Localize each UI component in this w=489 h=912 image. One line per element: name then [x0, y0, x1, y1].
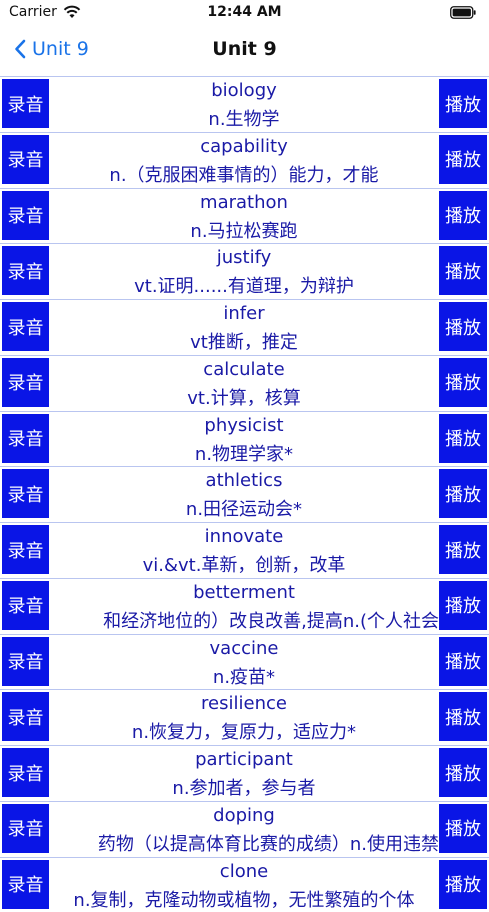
vocab-meaning: n.（克服困难事情的）能力，才能 [109, 164, 379, 186]
play-button[interactable]: 播放 [439, 190, 487, 240]
play-button[interactable]: 播放 [439, 636, 487, 686]
record-button[interactable]: 录音 [2, 859, 49, 909]
record-button[interactable]: 录音 [2, 302, 49, 351]
vocab-word: vaccine [209, 637, 279, 659]
vocab-meaning: n.物理学家* [194, 443, 294, 465]
vocab-row: 录音 capability n.（克服困难事情的）能力，才能 播放 [0, 131, 489, 186]
vocab-word: innovate [204, 526, 284, 547]
vocab-word: capability [200, 135, 288, 157]
vocab-row: 录音 justify vt.证明......有道理，为辩护 播放 [0, 243, 489, 298]
record-button[interactable]: 录音 [2, 190, 49, 240]
word-entry: participant n.参加者，参与者 [49, 746, 439, 799]
vocab-word: physicist [204, 414, 284, 436]
vocab-row: 录音 marathon n.马拉松赛跑 播放 [0, 187, 489, 242]
vocab-meaning: n.恢复力，复原力，适应力* [131, 722, 357, 744]
vocab-meaning: n.参加者，参与者 [172, 778, 316, 799]
navigation-bar: Unit 9 Unit 9 [0, 26, 489, 76]
word-entry: infer vt推断，推定 [49, 300, 439, 353]
record-button[interactable]: 录音 [2, 413, 49, 463]
record-button[interactable]: 录音 [2, 357, 49, 407]
word-entry: resilience n.恢复力，复原力，适应力* [49, 690, 439, 743]
record-button[interactable]: 录音 [2, 748, 49, 797]
word-entry: physicist n.物理学家* [49, 412, 439, 465]
vocab-row: 录音 clone n.复制，克隆动物或植物，无性繁殖的个体 播放 [0, 856, 489, 911]
vocab-meaning: n.疫苗* [212, 666, 276, 688]
word-entry: innovate vi.&vt.革新，创新，改革 [49, 523, 439, 576]
vocab-word: athletics [205, 470, 283, 492]
vocab-row: 录音 resilience n.恢复力，复原力，适应力* 播放 [0, 689, 489, 744]
vocab-word: participant [195, 749, 293, 770]
play-button[interactable]: 播放 [439, 246, 487, 296]
play-button[interactable]: 播放 [439, 692, 487, 742]
vocab-row: 录音 participant n.参加者，参与者 播放 [0, 745, 489, 799]
word-entry: clone n.复制，克隆动物或植物，无性繁殖的个体 [49, 858, 439, 911]
vocab-meaning: n.田径运动会* [185, 499, 303, 521]
record-button[interactable]: 录音 [2, 636, 49, 686]
play-button[interactable]: 播放 [439, 525, 487, 574]
record-button[interactable]: 录音 [2, 692, 49, 742]
vocab-word: infer [223, 303, 265, 324]
vocab-row: 录音 doping 药物（以提高体育比赛的成绩）n.使用违禁 播放 [0, 800, 489, 855]
play-button[interactable]: 播放 [439, 469, 487, 519]
vocab-row: 录音 betterment 和经济地位的）改良改善,提高n.(个人社会 播放 [0, 577, 489, 632]
vocab-meaning: vt.证明......有道理，为辩护 [134, 276, 354, 298]
word-entry: doping 药物（以提高体育比赛的成绩）n.使用违禁 [49, 802, 439, 855]
play-button[interactable]: 播放 [439, 134, 487, 184]
vocab-meaning: n.复制，克隆动物或植物，无性繁殖的个体 [73, 889, 415, 911]
vocab-row: 录音 infer vt推断，推定 播放 [0, 299, 489, 353]
play-button[interactable]: 播放 [439, 357, 487, 407]
vocab-row: 录音 innovate vi.&vt.革新，创新，改革 播放 [0, 522, 489, 576]
word-entry: betterment 和经济地位的）改良改善,提高n.(个人社会 [49, 579, 439, 632]
vocab-word: marathon [200, 191, 288, 213]
vocab-meaning: n.马拉松赛跑 [190, 220, 298, 242]
vocab-meaning: vt推断，推定 [190, 332, 298, 353]
record-button[interactable]: 录音 [2, 79, 49, 128]
play-button[interactable]: 播放 [439, 803, 487, 853]
status-bar: Carrier 12:44 AM [0, 0, 489, 26]
vocab-word: doping [213, 804, 275, 826]
word-entry: biology n.生物学 [49, 77, 439, 130]
record-button[interactable]: 录音 [2, 580, 49, 630]
play-button[interactable]: 播放 [439, 859, 487, 909]
record-button[interactable]: 录音 [2, 803, 49, 853]
vocab-word: biology [211, 80, 277, 101]
play-button[interactable]: 播放 [439, 413, 487, 463]
vocab-meaning: 和经济地位的）改良改善,提高n.(个人社会 [103, 610, 439, 632]
record-button[interactable]: 录音 [2, 134, 49, 184]
word-entry: justify vt.证明......有道理，为辩护 [49, 244, 439, 297]
play-button[interactable]: 播放 [439, 79, 487, 128]
vocab-row: 录音 biology n.生物学 播放 [0, 76, 489, 130]
vocab-meaning: 药物（以提高体育比赛的成绩）n.使用违禁 [97, 833, 439, 855]
vocab-meaning: vt.计算，核算 [187, 387, 301, 409]
word-entry: capability n.（克服困难事情的）能力，才能 [49, 133, 439, 186]
battery-icon [450, 6, 476, 19]
record-button[interactable]: 录音 [2, 469, 49, 519]
word-entry: marathon n.马拉松赛跑 [49, 189, 439, 242]
record-button[interactable]: 录音 [2, 246, 49, 296]
vocab-word: justify [216, 247, 272, 269]
vocab-word: resilience [201, 693, 287, 715]
vocab-row: 录音 calculate vt.计算，核算 播放 [0, 354, 489, 409]
vocab-word: clone [219, 860, 269, 882]
word-entry: athletics n.田径运动会* [49, 467, 439, 520]
vocab-row: 录音 vaccine n.疫苗* 播放 [0, 633, 489, 688]
vocab-meaning: n.生物学 [208, 109, 280, 130]
vocab-list[interactable]: 录音 biology n.生物学 播放 录音 capability n.（克服困难事情的）能… [0, 76, 489, 912]
vocab-meaning: vi.&vt.革新，创新，改革 [142, 555, 346, 576]
page-title: Unit 9 [212, 38, 277, 60]
status-time: 12:44 AM [207, 4, 282, 20]
play-button[interactable]: 播放 [439, 748, 487, 797]
record-button[interactable]: 录音 [2, 525, 49, 574]
vocab-word: calculate [203, 358, 285, 380]
play-button[interactable]: 播放 [439, 302, 487, 351]
word-entry: calculate vt.计算，核算 [49, 356, 439, 409]
vocab-row: 录音 athletics n.田径运动会* 播放 [0, 466, 489, 521]
word-entry: vaccine n.疫苗* [49, 635, 439, 688]
play-button[interactable]: 播放 [439, 580, 487, 630]
vocab-row: 录音 physicist n.物理学家* 播放 [0, 410, 489, 465]
vocab-word: betterment [193, 581, 295, 603]
